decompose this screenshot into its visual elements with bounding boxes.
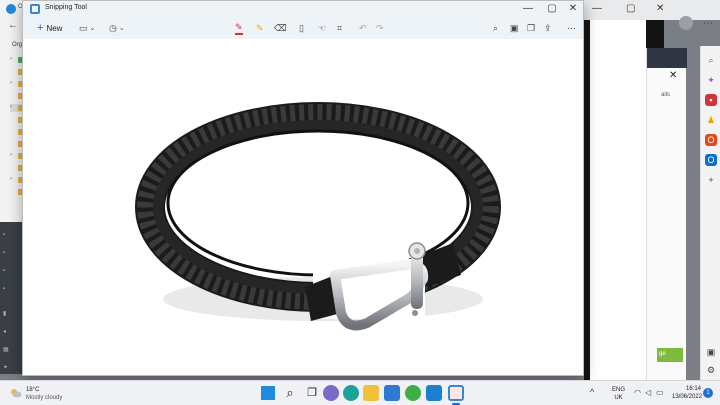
background-window-titlebar: — ▢ ✕ bbox=[584, 0, 720, 20]
battery-icon[interactable]: ▭ bbox=[656, 388, 664, 397]
timer-icon[interactable]: ◷ ⌄ bbox=[109, 21, 125, 35]
edge-browser-icon[interactable] bbox=[343, 385, 359, 401]
dark-panel-item: ▪ bbox=[3, 286, 6, 292]
copy-icon[interactable]: ❐ bbox=[527, 21, 535, 35]
title-bar: Snipping Tool — ▢ ✕ bbox=[23, 1, 583, 17]
sidebar-layout-icon[interactable]: ▣ bbox=[705, 346, 717, 358]
details-text: ails bbox=[661, 92, 671, 98]
close-icon[interactable]: ✕ bbox=[656, 3, 664, 14]
minimize-icon[interactable]: — bbox=[519, 3, 537, 14]
language-indicator[interactable]: ENG UK bbox=[612, 386, 625, 402]
edge-sidebar: ⌕ ✦ ▪ ♟ O O + ▣ ⚙ bbox=[700, 46, 720, 380]
profile-avatar[interactable] bbox=[679, 16, 693, 30]
grid-icon: ▦ bbox=[3, 347, 9, 353]
toolbar: + New ▭ ⌄ ◷ ⌄ ✎ ✎ ⌫ ▯ ☜ ⌗ ↶ ↷ ⌕ ▣ ❐ ⇪ ⋯ bbox=[23, 17, 583, 39]
search-icon[interactable]: ⌕ bbox=[282, 385, 298, 401]
dark-panel-item: ▪ bbox=[3, 232, 6, 238]
language-code: ENG bbox=[612, 387, 626, 393]
bracelet-image bbox=[135, 102, 501, 331]
maximize-icon[interactable]: ▢ bbox=[626, 3, 635, 14]
zoom-icon[interactable]: ⌕ bbox=[493, 21, 498, 35]
snipping-tool-window: Snipping Tool — ▢ ✕ + New ▭ ⌄ ◷ ⌄ ✎ ✎ ⌫ ▯ … bbox=[22, 0, 584, 376]
close-icon[interactable]: ✕ bbox=[669, 70, 677, 81]
megaphone-icon: ◂ bbox=[3, 329, 7, 335]
weather-cloud-icon[interactable] bbox=[10, 388, 22, 398]
dark-header bbox=[647, 48, 687, 68]
eraser-icon[interactable]: ⌫ bbox=[274, 21, 287, 35]
snip-canvas[interactable] bbox=[23, 39, 583, 375]
show-hidden-icons-chevron-icon[interactable]: ^ bbox=[590, 387, 594, 397]
clock-time[interactable]: 16:14 bbox=[686, 386, 701, 392]
share-icon[interactable]: ⇪ bbox=[544, 21, 552, 35]
more-icon[interactable]: ⋯ bbox=[703, 18, 713, 29]
weather-temperature[interactable]: 18°C bbox=[26, 387, 39, 393]
dark-panel-item: ▪ bbox=[3, 268, 6, 274]
search-icon[interactable]: ⌕ bbox=[705, 54, 717, 66]
wifi-icon[interactable]: ◠ bbox=[634, 388, 641, 397]
maximize-icon[interactable]: ▢ bbox=[543, 3, 561, 14]
task-view-icon[interactable]: ❐ bbox=[304, 385, 320, 401]
shopping-icon[interactable]: ▪ bbox=[705, 94, 717, 106]
new-snip-button[interactable]: + New bbox=[31, 21, 68, 35]
teams-chat-icon[interactable] bbox=[323, 385, 339, 401]
notification-badge[interactable]: 1 bbox=[703, 388, 713, 398]
speaker-icon[interactable]: ◁ bbox=[645, 388, 651, 397]
touch-writing-icon[interactable]: ☜ bbox=[318, 21, 326, 35]
dark-panel-item: ▪ bbox=[3, 250, 6, 256]
edge-tab-icon[interactable] bbox=[6, 4, 16, 14]
more-icon[interactable]: ⋯ bbox=[567, 21, 576, 35]
close-icon[interactable]: ✕ bbox=[564, 3, 582, 14]
background-white-pane bbox=[590, 20, 646, 380]
photos-icon[interactable] bbox=[426, 385, 442, 401]
file-explorer-icon[interactable] bbox=[363, 385, 379, 401]
new-button-label: New bbox=[46, 23, 63, 33]
weather-description[interactable]: Mostly cloudy bbox=[26, 395, 62, 401]
language-region: UK bbox=[614, 395, 623, 401]
taskbar: 18°C Mostly cloudy ⌕ ❐ ^ ENG UK ◠ ◁ ▭ 16… bbox=[0, 380, 720, 405]
snipping-tool-logo-icon bbox=[30, 4, 40, 14]
minimize-icon[interactable]: — bbox=[592, 3, 602, 14]
outlook-icon[interactable]: O bbox=[705, 154, 717, 166]
background-web-page: ✕ ails ge bbox=[646, 48, 687, 380]
add-icon[interactable]: + bbox=[705, 174, 717, 186]
settings-icon[interactable]: ⚙ bbox=[705, 364, 717, 376]
office-icon[interactable]: O bbox=[705, 134, 717, 146]
ballpoint-pen-icon[interactable]: ✎ bbox=[235, 21, 243, 35]
people-icon[interactable]: ♟ bbox=[705, 114, 717, 126]
crop-icon[interactable]: ⌗ bbox=[337, 21, 342, 35]
sparkle-icon[interactable]: ✦ bbox=[705, 74, 717, 86]
rectangle-mode-icon[interactable]: ▭ ⌄ bbox=[79, 21, 95, 35]
redo-icon[interactable]: ↷ bbox=[376, 21, 384, 35]
clock-date[interactable]: 13/06/2022 bbox=[672, 394, 702, 400]
pin-icon: ✦ bbox=[3, 365, 9, 371]
back-arrow-icon[interactable]: ← bbox=[8, 20, 18, 31]
window-title: Snipping Tool bbox=[45, 4, 87, 11]
start-button[interactable] bbox=[260, 385, 276, 401]
undo-icon[interactable]: ↶ bbox=[359, 21, 367, 35]
ruler-icon[interactable]: ▯ bbox=[299, 21, 304, 35]
green-action-button[interactable]: ge bbox=[657, 348, 683, 362]
mail-icon[interactable] bbox=[384, 385, 400, 401]
highlighter-icon[interactable]: ✎ bbox=[256, 21, 264, 35]
chart-icon: ▮ bbox=[3, 311, 7, 317]
background-dark-panel: ▪ ▪ ▪ ▪ ▮ ◂ ▦ ✦ bbox=[0, 222, 22, 374]
snipping-tool-taskbar-icon[interactable] bbox=[448, 385, 464, 401]
green-app-icon[interactable] bbox=[405, 385, 421, 401]
plus-icon: + bbox=[37, 22, 44, 34]
save-icon[interactable]: ▣ bbox=[510, 21, 519, 35]
